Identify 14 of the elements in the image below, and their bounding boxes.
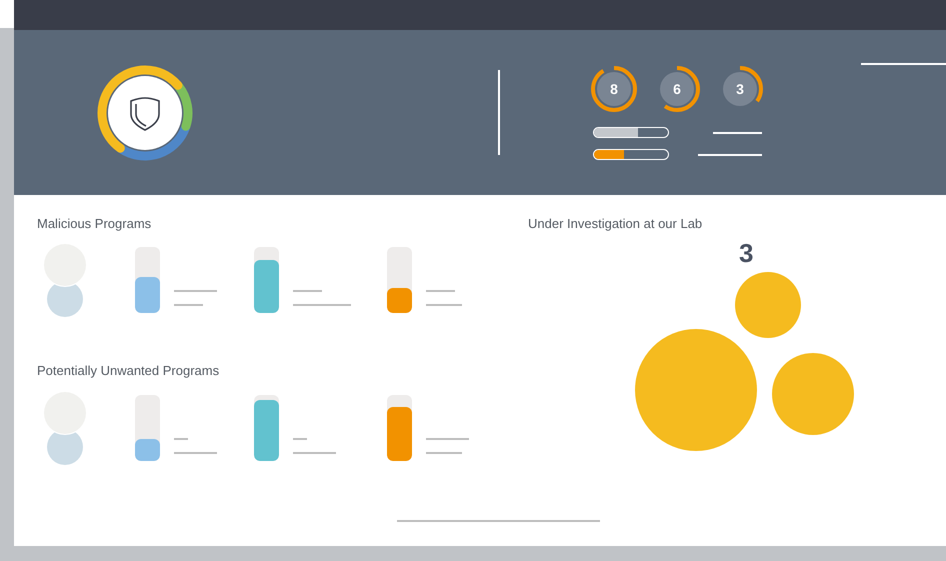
level-bar xyxy=(387,395,412,461)
counter-value: 3 xyxy=(735,80,745,99)
progress-ring-icon xyxy=(590,65,638,113)
section-title: Potentially Unwanted Programs xyxy=(37,363,220,379)
level-bar xyxy=(254,247,279,313)
level-bar xyxy=(135,395,160,461)
level-bar xyxy=(387,247,412,313)
section-title: Under Investigation at our Lab xyxy=(528,216,702,232)
counter-value: 8 xyxy=(609,80,619,99)
counter-value: 6 xyxy=(672,80,682,99)
count-number: 3 xyxy=(739,238,754,268)
section-title: Malicious Programs xyxy=(37,216,152,232)
level-bar xyxy=(254,395,279,461)
level-bar xyxy=(135,247,160,313)
